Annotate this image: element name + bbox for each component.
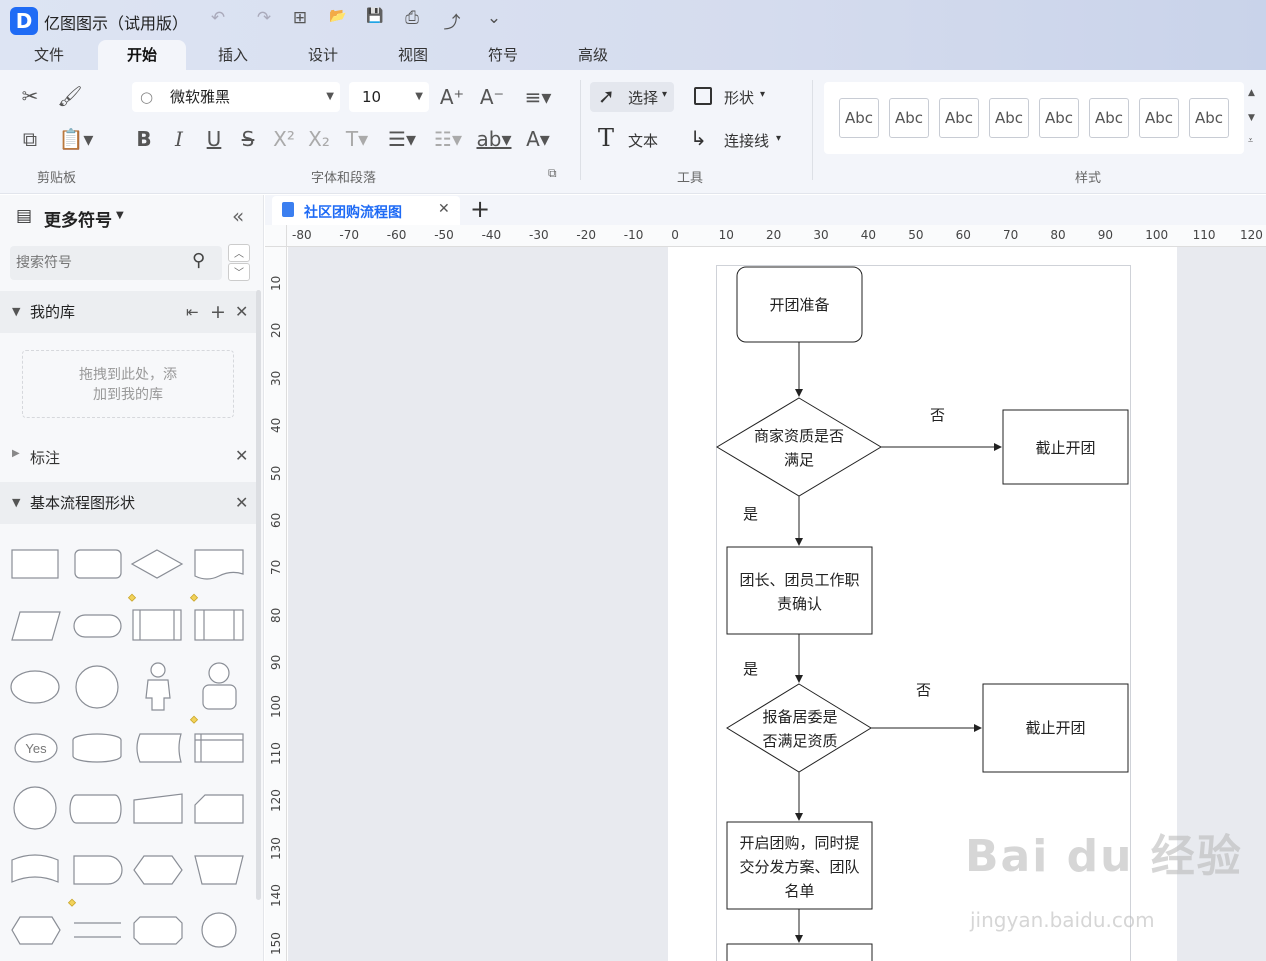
watermark-url: jingyan.baidu.com (970, 908, 1155, 932)
flowchart (716, 266, 1129, 961)
yes-label-2: 是 (743, 660, 759, 678)
start-node-label: 开团准备 (769, 296, 830, 314)
process-node-1-label: 团长、团员工作职 责确认 (727, 568, 872, 616)
decision-1-line2: 满足 (783, 451, 814, 469)
decision-2-line2: 否满足资质 (762, 732, 838, 750)
process-node-3[interactable] (726, 943, 873, 961)
process-2-line1: 开启团购，同时提 (739, 834, 860, 852)
end-node-2-label: 截止开团 (1025, 719, 1086, 737)
process-1-line1: 团长、团员工作职 (739, 571, 860, 589)
process-2-line2: 交分发方案、团队 (739, 858, 860, 876)
end-node-1-label: 截止开团 (1035, 439, 1096, 457)
decision-2-line1: 报备居委是 (762, 708, 838, 726)
yes-label-1: 是 (743, 505, 759, 523)
no-label-1: 否 (930, 406, 946, 424)
process-node-2-label: 开启团购，同时提 交分发方案、团队 名单 (727, 831, 872, 903)
watermark: Bai du 经验 (965, 831, 1243, 882)
no-label-2: 否 (916, 681, 932, 699)
process-2-line3: 名单 (784, 882, 815, 900)
decision-1-line1: 商家资质是否 (753, 427, 844, 445)
decision-node-1-label: 商家资质是否 满足 (735, 424, 863, 472)
decision-node-2-label: 报备居委是 否满足资质 (740, 705, 860, 753)
process-1-line2: 责确认 (776, 595, 822, 613)
